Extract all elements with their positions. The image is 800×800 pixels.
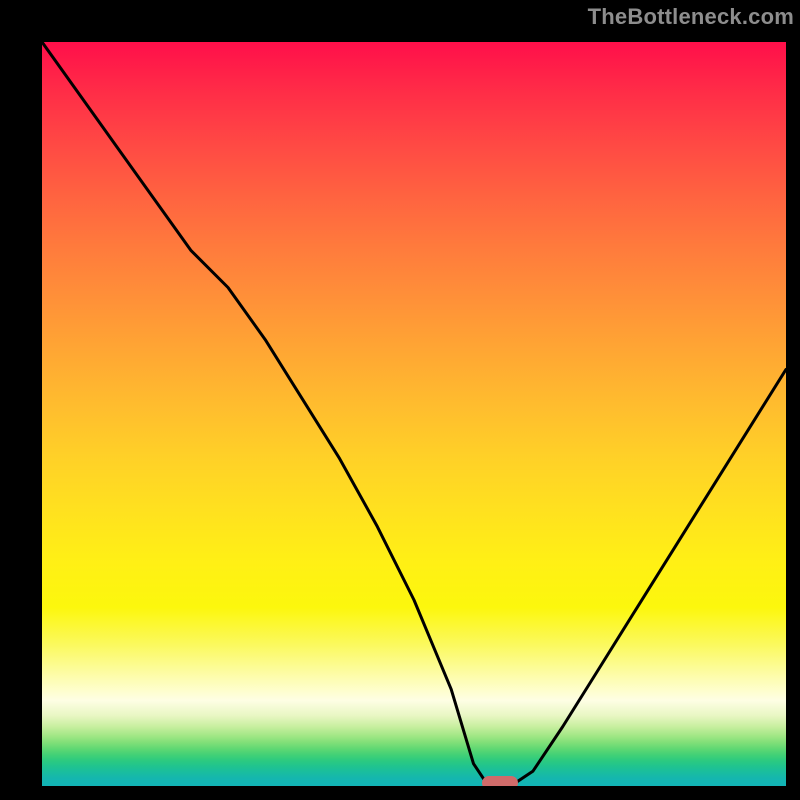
watermark-text: TheBottleneck.com bbox=[588, 4, 794, 30]
chart-marker-pill bbox=[482, 776, 518, 786]
chart-gradient-background bbox=[42, 42, 786, 786]
chart-plot-area bbox=[42, 42, 786, 786]
chart-frame bbox=[14, 14, 786, 786]
